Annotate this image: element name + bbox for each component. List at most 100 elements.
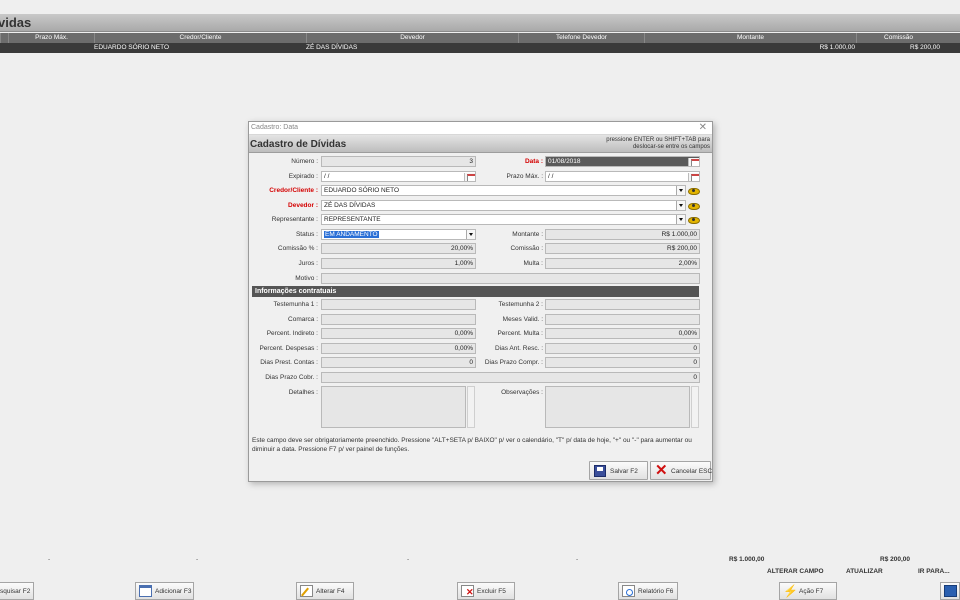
section-header: Informações contratuais <box>252 286 699 297</box>
chevron-down-icon[interactable] <box>466 230 475 239</box>
devedor-select[interactable]: ZÉ DAS DÍVIDAS <box>321 200 686 211</box>
comarca-field[interactable] <box>321 314 476 325</box>
observacoes-textarea[interactable] <box>545 386 690 428</box>
comissao-pct-field[interactable]: 20,00% <box>321 243 476 254</box>
credor-select[interactable]: EDUARDO SÓRIO NETO <box>321 185 686 196</box>
footer-dash: - <box>407 556 410 563</box>
calendar-icon[interactable] <box>464 173 475 181</box>
detalhes-scrollbar[interactable] <box>467 386 475 428</box>
calendar-icon[interactable] <box>688 173 699 181</box>
grid-column-credor[interactable]: Credor/Cliente <box>94 33 306 43</box>
dias-ant-resc-label: Dias Ant. Resc. : <box>494 345 543 352</box>
atualizar-link[interactable]: ATUALIZAR <box>846 568 883 575</box>
total-montante: R$ 1.000,00 <box>729 556 765 563</box>
dialog-window-title: Cadastro: Data <box>251 124 299 131</box>
row-montante: R$ 1.000,00 <box>819 44 855 51</box>
data-field[interactable]: 01/08/2018 <box>545 156 700 167</box>
exit-button[interactable] <box>940 582 960 600</box>
acao-button[interactable]: ⚡ Ação F7 <box>779 582 837 600</box>
grid-column-comissao[interactable]: Comissão <box>856 33 940 43</box>
edit-pencil-icon <box>300 585 313 597</box>
save-button[interactable]: Salvar F2 <box>589 461 648 480</box>
help-text: Este campo deve ser obrigatoriamente pre… <box>252 437 692 453</box>
meses-valid-label: Meses Valid. : <box>502 316 543 323</box>
devedor-value: ZÉ DAS DÍVIDAS <box>324 202 376 209</box>
table-row[interactable]: EDUARDO SÓRIO NETO ZÉ DAS DÍVIDAS R$ 1.0… <box>0 43 960 53</box>
cancel-button-label: Cancelar ESC <box>671 468 713 475</box>
dias-ant-resc-field[interactable]: 0 <box>545 343 700 354</box>
representante-select[interactable]: REPRESENTANTE <box>321 214 686 225</box>
dias-prest-contas-field[interactable]: 0 <box>321 357 476 368</box>
dias-prazo-compr-field[interactable]: 0 <box>545 357 700 368</box>
total-comissao: R$ 200,00 <box>880 556 910 563</box>
motivo-label: Motivo : <box>295 275 318 282</box>
chevron-down-icon[interactable] <box>676 201 685 210</box>
comissao-field[interactable]: R$ 200,00 <box>545 243 700 254</box>
credor-label: Credor/Cliente : <box>269 187 318 194</box>
expirado-label: Expirado : <box>288 173 318 180</box>
pesquisar-button-label: squisar F2 <box>0 588 31 595</box>
dialog-header: Cadastro de Dívidas pressione ENTER ou S… <box>249 135 712 153</box>
numero-field[interactable]: 3 <box>321 156 476 167</box>
relatorio-button-label: Relatório F6 <box>638 588 674 595</box>
prazo-max-field[interactable]: / / <box>545 171 700 182</box>
comarca-label: Comarca : <box>288 316 318 323</box>
representante-value: REPRESENTANTE <box>324 216 381 223</box>
pesquisar-button[interactable]: squisar F2 <box>0 582 34 600</box>
save-icon <box>594 465 606 477</box>
testemunha1-field[interactable] <box>321 299 476 310</box>
juros-label: Juros : <box>298 260 318 267</box>
montante-label: Montante : <box>512 231 543 238</box>
relatorio-button[interactable]: Relatório F6 <box>618 582 678 600</box>
calendar-icon[interactable] <box>688 158 699 166</box>
grid-column-prazo[interactable]: Prazo Máx. <box>8 33 94 43</box>
multa-field[interactable]: 2,00% <box>545 258 700 269</box>
excluir-button[interactable]: Excluir F5 <box>457 582 515 600</box>
perc-despesas-field[interactable]: 0,00% <box>321 343 476 354</box>
close-icon[interactable]: ✕ <box>699 122 707 133</box>
grid-column-devedor[interactable]: Devedor <box>306 33 518 43</box>
footer-dash: - <box>196 556 199 563</box>
chevron-down-icon[interactable] <box>676 215 685 224</box>
dias-prazo-compr-label: Dias Prazo Compr. : <box>484 359 543 366</box>
juros-field[interactable]: 1,00% <box>321 258 476 269</box>
grid-column-telefone[interactable]: Telefone Devedor <box>518 33 644 43</box>
chevron-down-icon[interactable] <box>676 186 685 195</box>
credor-value: EDUARDO SÓRIO NETO <box>324 187 400 194</box>
devedor-label: Devedor : <box>288 202 318 209</box>
excluir-button-label: Excluir F5 <box>477 588 506 595</box>
grid-column-montante[interactable]: Montante <box>644 33 856 43</box>
perc-indireto-field[interactable]: 0,00% <box>321 328 476 339</box>
navigation-hint: pressione ENTER ou SHIFT+TAB para desloc… <box>606 137 710 150</box>
exit-door-icon <box>944 585 957 597</box>
lightning-icon: ⚡ <box>783 584 798 598</box>
row-credor: EDUARDO SÓRIO NETO <box>94 44 170 51</box>
montante-field[interactable]: R$ 1.000,00 <box>545 229 700 240</box>
lookup-eye-icon[interactable] <box>688 187 700 195</box>
numero-label: Número : <box>291 158 318 165</box>
alterar-button[interactable]: Alterar F4 <box>296 582 354 600</box>
cancel-button[interactable]: ✕ Cancelar ESC <box>650 461 713 480</box>
alterar-button-label: Alterar F4 <box>316 588 345 595</box>
ir-para-link[interactable]: IR PARA... <box>918 568 950 575</box>
expirado-field[interactable]: / / <box>321 171 476 182</box>
meses-valid-field[interactable] <box>545 314 700 325</box>
lookup-eye-icon[interactable] <box>688 202 700 210</box>
testemunha2-label: Testemunha 2 : <box>498 301 543 308</box>
dias-prazo-cobr-field[interactable]: 0 <box>321 372 700 383</box>
data-label: Data : <box>524 158 543 165</box>
testemunha2-field[interactable] <box>545 299 700 310</box>
perc-multa-field[interactable]: 0,00% <box>545 328 700 339</box>
adicionar-button[interactable]: Adicionar F3 <box>135 582 194 600</box>
dias-prest-contas-label: Dias Prest. Contas : <box>260 359 318 366</box>
observacoes-label: Observações : <box>501 389 543 396</box>
alterar-campo-link[interactable]: ALTERAR CAMPO <box>767 568 824 575</box>
detalhes-textarea[interactable] <box>321 386 466 428</box>
data-value: 01/08/2018 <box>548 158 581 165</box>
observacoes-scrollbar[interactable] <box>691 386 699 428</box>
delete-icon <box>461 585 474 597</box>
motivo-field[interactable] <box>321 273 700 284</box>
window-title-bar: vidas <box>0 14 960 32</box>
lookup-eye-icon[interactable] <box>688 216 700 224</box>
status-select[interactable]: EM ANDAMENTO <box>321 229 476 240</box>
